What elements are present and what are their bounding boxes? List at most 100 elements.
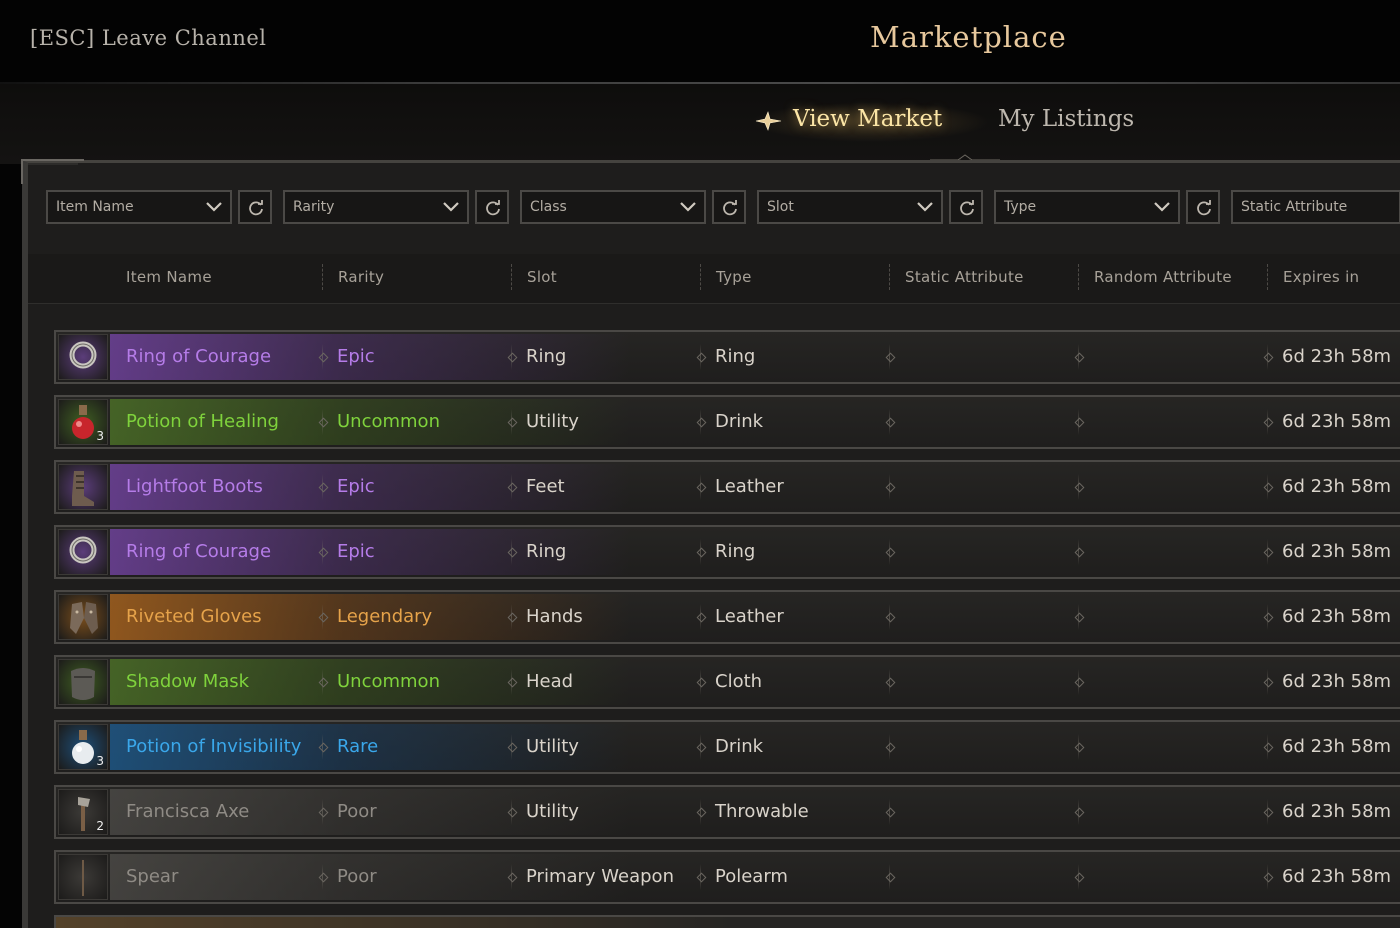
column-separator <box>509 669 515 695</box>
column-separator <box>320 734 326 760</box>
listing-row[interactable]: Riveted Gloves Legendary Hands Leather 6d 23… <box>54 590 1400 644</box>
item-name: Riveted Gloves <box>126 606 262 627</box>
mask-icon <box>66 663 100 707</box>
listing-row[interactable]: 3 Potion of Healing Uncommon Utility Drink 6d… <box>54 395 1400 449</box>
listing-row[interactable]: Ring of Courage Epic Ring Ring 6d 23h 58m <box>54 330 1400 384</box>
item-icon-slot <box>58 594 108 640</box>
item-name: Shadow Mask <box>126 671 250 692</box>
column-separator <box>509 539 515 565</box>
red-potion-icon <box>66 403 100 447</box>
column-separator <box>320 474 326 500</box>
panel-corner-ornament <box>21 159 84 184</box>
item-type: Throwable <box>715 801 809 822</box>
reset-slot-button[interactable] <box>949 190 983 224</box>
item-type: Leather <box>715 476 784 497</box>
column-header-rarity[interactable]: Rarity <box>338 268 384 286</box>
item-expires: 6d 23h 58m <box>1282 671 1392 692</box>
reset-class-button[interactable] <box>712 190 746 224</box>
column-separator <box>320 344 326 370</box>
column-separator <box>887 474 893 500</box>
column-separator <box>1076 539 1082 565</box>
chevron-down-icon <box>680 202 696 212</box>
column-separator <box>887 344 893 370</box>
column-header-type[interactable]: Type <box>716 268 752 286</box>
column-separator <box>509 474 515 500</box>
item-slot: Ring <box>526 541 567 562</box>
column-header-random-attribute[interactable]: Random Attribute <box>1094 268 1232 286</box>
filter-label: Slot <box>767 199 794 215</box>
ring-icon <box>66 338 100 376</box>
column-separator <box>509 864 515 890</box>
refresh-icon <box>1197 200 1211 216</box>
refresh-icon <box>486 200 500 216</box>
chevron-down-icon <box>443 202 459 212</box>
column-separator <box>1265 409 1271 435</box>
rarity-filter[interactable]: Rarity <box>283 190 469 224</box>
column-separator <box>1078 264 1079 290</box>
item-quantity: 2 <box>96 819 104 833</box>
item-rarity: Uncommon <box>337 671 440 692</box>
item-type: Ring <box>715 346 756 367</box>
item-name: Potion of Healing <box>126 411 279 432</box>
listing-row[interactable]: Shadow Mask Uncommon Head Cloth 6d 23h 58m <box>54 655 1400 709</box>
tab-view-market[interactable]: View Market <box>793 106 942 132</box>
item-type: Drink <box>715 411 764 432</box>
column-header-item-name[interactable]: Item Name <box>126 268 212 286</box>
column-separator <box>322 264 323 290</box>
column-separator <box>698 539 704 565</box>
static-attribute-filter[interactable]: Static Attribute <box>1231 190 1400 224</box>
item-quantity: 3 <box>96 429 104 443</box>
item-rarity: Epic <box>337 476 375 497</box>
item-icon-slot <box>58 464 108 510</box>
item-name-filter[interactable]: Item Name <box>46 190 232 224</box>
item-icon-slot <box>58 854 108 900</box>
chevron-down-icon <box>917 202 933 212</box>
item-rarity: Epic <box>337 346 375 367</box>
column-separator <box>1076 344 1082 370</box>
slot-filter[interactable]: Slot <box>757 190 943 224</box>
listing-row[interactable]: 2 Francisca Axe Poor Utility Throwable 6d 23h… <box>54 785 1400 839</box>
listing-row[interactable]: Lightfoot Boots Epic Feet Leather 6d 23h 58m <box>54 460 1400 514</box>
chevron-down-icon <box>206 202 222 212</box>
reset-type-button[interactable] <box>1186 190 1220 224</box>
item-slot: Ring <box>526 346 567 367</box>
refresh-icon <box>249 200 263 216</box>
filter-label: Item Name <box>56 199 134 215</box>
column-separator <box>511 264 512 290</box>
column-header-static-attribute[interactable]: Static Attribute <box>905 268 1024 286</box>
listing-row[interactable]: Spear Poor Primary Weapon Polearm 6d 23h 58m <box>54 850 1400 904</box>
item-slot: Feet <box>526 476 565 497</box>
column-separator <box>887 539 893 565</box>
column-separator <box>698 474 704 500</box>
column-separator <box>509 799 515 825</box>
column-separator <box>509 409 515 435</box>
tab-bar: View Market My Listings <box>0 84 1400 165</box>
column-separator <box>1267 264 1268 290</box>
item-rarity: Legendary <box>337 606 433 627</box>
leave-channel-button[interactable]: [ESC] Leave Channel <box>30 26 267 50</box>
reset-item-name-button[interactable] <box>238 190 272 224</box>
listing-row[interactable] <box>54 915 1400 928</box>
listing-row[interactable]: Ring of Courage Epic Ring Ring 6d 23h 58m <box>54 525 1400 579</box>
item-expires: 6d 23h 58m <box>1282 866 1392 887</box>
item-rarity: Poor <box>337 801 377 822</box>
chevron-down-icon <box>1154 202 1170 212</box>
filter-bar: Item Name Rarity Class Slot Type Static … <box>46 190 1400 224</box>
column-header-expires-in[interactable]: Expires in <box>1283 268 1359 286</box>
class-filter[interactable]: Class <box>520 190 706 224</box>
item-type: Ring <box>715 541 756 562</box>
column-header-slot[interactable]: Slot <box>527 268 557 286</box>
reset-rarity-button[interactable] <box>475 190 509 224</box>
item-expires: 6d 23h 58m <box>1282 736 1392 757</box>
type-filter[interactable]: Type <box>994 190 1180 224</box>
listing-row[interactable]: 3 Potion of Invisibility Rare Utility Drink 6… <box>54 720 1400 774</box>
column-separator <box>889 264 890 290</box>
column-separator <box>1265 344 1271 370</box>
item-icon-slot: 3 <box>58 724 108 770</box>
column-separator <box>320 864 326 890</box>
tab-my-listings[interactable]: My Listings <box>998 106 1134 132</box>
item-rarity: Uncommon <box>337 411 440 432</box>
item-name: Potion of Invisibility <box>126 736 302 757</box>
item-rarity: Epic <box>337 541 375 562</box>
column-separator <box>320 604 326 630</box>
